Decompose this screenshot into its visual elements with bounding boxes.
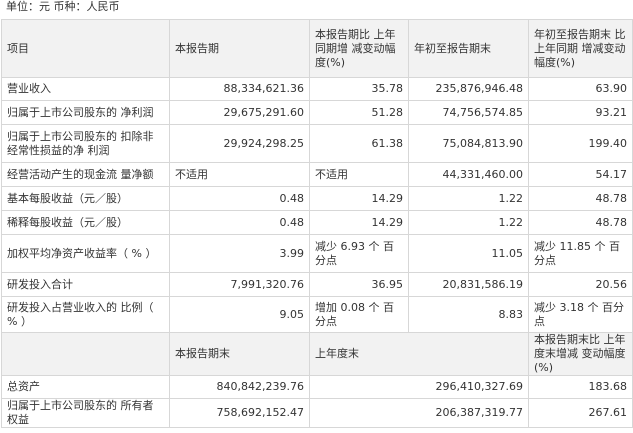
row-ytd: 74,756,574.85 [408, 100, 529, 125]
table-subheader-row: 本报告期末 上年度末 本报告期末比 上年度末增减 变动幅度(%) [1, 332, 633, 376]
row-current: 0.48 [169, 210, 310, 235]
row-ytd: 75,084,813.90 [408, 124, 529, 163]
financial-table: 项目 本报告期 本报告期比 上年同期增 减变动幅度(%) 年初至报告期末 年初至… [1, 19, 633, 428]
row-current-change: 减少 6.93 个 百分点 [309, 234, 409, 273]
table-row: 研发投入合计 7,991,320.76 36.95 20,831,586.19 … [1, 272, 633, 297]
row-ytd-change: 93.21 [528, 100, 633, 125]
row-ytd: 1.22 [408, 186, 529, 211]
row-item: 基本每股收益（元／股） [1, 186, 170, 211]
header-current-change: 本报告期比 上年同期增 减变动幅度(%) [309, 19, 409, 78]
row-item: 稀释每股收益（元／股） [1, 210, 170, 235]
row-ytd-change: 199.40 [528, 124, 633, 163]
row-current-change: 增加 0.08 个 百分点 [309, 296, 409, 333]
header-item: 项目 [1, 19, 170, 78]
row-ytd: 44,331,460.00 [408, 162, 529, 187]
row-current: 0.48 [169, 186, 310, 211]
row-current: 29,924,298.25 [169, 124, 310, 163]
row-ytd: 20,831,586.19 [408, 272, 529, 297]
row-change: 267.61 [528, 398, 633, 428]
row-current-change: 14.29 [309, 210, 409, 235]
table-row: 营业收入 88,334,621.36 35.78 235,876,946.48 … [1, 77, 633, 101]
table-row: 归属于上市公司股东的 扣除非经常性损益的净 利润 29,924,298.25 6… [1, 124, 633, 163]
subheader-blank [1, 332, 170, 376]
table-row: 总资产 840,842,239.76 296,410,327.69 183.68 [1, 375, 633, 399]
row-current-change: 14.29 [309, 186, 409, 211]
row-last-year-end: 206,387,319.77 [309, 398, 529, 428]
row-item: 营业收入 [1, 77, 170, 101]
row-ytd-change: 减少 3.18 个 百分点 [528, 296, 633, 333]
row-current-change: 36.95 [309, 272, 409, 297]
row-ytd-change: 54.17 [528, 162, 633, 187]
row-current-change: 61.38 [309, 124, 409, 163]
subheader-change: 本报告期末比 上年度末增减 变动幅度(%) [528, 332, 633, 376]
table-row: 经营活动产生的现金流 量净额 不适用 不适用 44,331,460.00 54.… [1, 162, 633, 187]
row-ytd-change: 减少 11.85 个 百分点 [528, 234, 633, 273]
row-item: 总资产 [1, 375, 170, 399]
table-row: 基本每股收益（元／股） 0.48 14.29 1.22 48.78 [1, 186, 633, 211]
subheader-current-end: 本报告期末 [169, 332, 310, 376]
row-current: 3.99 [169, 234, 310, 273]
table-row: 归属于上市公司股东的 所有者权益 758,692,152.47 206,387,… [1, 398, 633, 428]
row-current: 9.05 [169, 296, 310, 333]
row-current-end: 758,692,152.47 [169, 398, 310, 428]
header-ytd: 年初至报告期末 [408, 19, 529, 78]
subheader-last-year-end: 上年度末 [309, 332, 529, 376]
row-item: 归属于上市公司股东的 净利润 [1, 100, 170, 125]
row-ytd: 1.22 [408, 210, 529, 235]
row-item: 经营活动产生的现金流 量净额 [1, 162, 170, 187]
table-row: 归属于上市公司股东的 净利润 29,675,291.60 51.28 74,75… [1, 100, 633, 125]
row-ytd-change: 63.90 [528, 77, 633, 101]
table-row: 加权平均净资产收益率（ % ） 3.99 减少 6.93 个 百分点 11.05… [1, 234, 633, 273]
table-row: 研发投入占营业收入的 比例（ % ） 9.05 增加 0.08 个 百分点 8.… [1, 296, 633, 333]
row-item: 加权平均净资产收益率（ % ） [1, 234, 170, 273]
header-current-period: 本报告期 [169, 19, 310, 78]
row-change: 183.68 [528, 375, 633, 399]
row-item: 研发投入合计 [1, 272, 170, 297]
row-current-change: 35.78 [309, 77, 409, 101]
row-ytd-change: 48.78 [528, 186, 633, 211]
row-ytd-change: 48.78 [528, 210, 633, 235]
row-item: 归属于上市公司股东的 扣除非经常性损益的净 利润 [1, 124, 170, 163]
row-current: 29,675,291.60 [169, 100, 310, 125]
row-current: 88,334,621.36 [169, 77, 310, 101]
row-item: 归属于上市公司股东的 所有者权益 [1, 398, 170, 428]
row-last-year-end: 296,410,327.69 [309, 375, 529, 399]
row-item: 研发投入占营业收入的 比例（ % ） [1, 296, 170, 333]
row-current: 7,991,320.76 [169, 272, 310, 297]
row-ytd-change: 20.56 [528, 272, 633, 297]
row-current-change: 不适用 [309, 162, 409, 187]
table-row: 稀释每股收益（元／股） 0.48 14.29 1.22 48.78 [1, 210, 633, 235]
row-current: 不适用 [169, 162, 310, 187]
row-ytd: 11.05 [408, 234, 529, 273]
header-ytd-change: 年初至报告期末 比上年同期 增减变动幅度(%) [528, 19, 633, 78]
row-ytd: 8.83 [408, 296, 529, 333]
table-header-row: 项目 本报告期 本报告期比 上年同期增 减变动幅度(%) 年初至报告期末 年初至… [1, 19, 633, 78]
row-current-change: 51.28 [309, 100, 409, 125]
row-ytd: 235,876,946.48 [408, 77, 529, 101]
unit-note: 单位：元 币种：人民币 [6, 0, 120, 13]
row-current-end: 840,842,239.76 [169, 375, 310, 399]
